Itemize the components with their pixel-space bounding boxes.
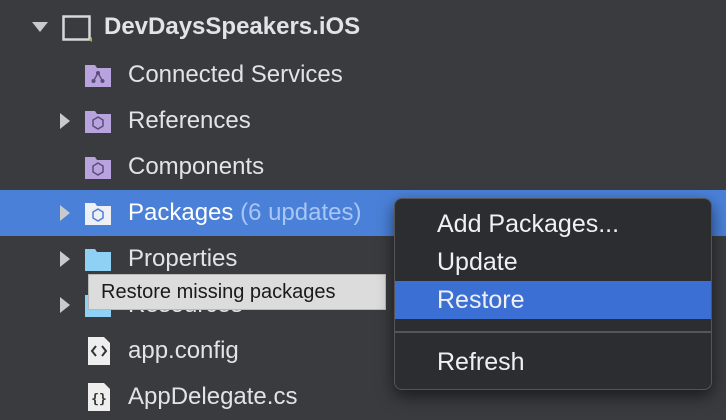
menu-item-update[interactable]: Update [395,243,711,281]
csharp-file-icon: {} [86,382,112,417]
tree-row-components[interactable]: Components [0,144,726,190]
tree-label-connected-services: Connected Services [128,61,343,88]
tree-label-appdelegate: AppDelegate.cs [128,383,298,410]
menu-separator [395,331,711,333]
svg-text:{}: {} [91,392,107,407]
project-icon [62,14,92,47]
collapsed-arrow-icon[interactable] [60,251,70,267]
tree-label-references: References [128,107,251,134]
references-icon [84,108,112,139]
collapsed-arrow-icon[interactable] [60,205,70,221]
menu-item-add-packages[interactable]: Add Packages... [395,205,711,243]
context-menu: Add Packages... Update Restore Refresh [394,198,712,390]
collapsed-arrow-icon[interactable] [60,297,70,313]
tree-row-connected-services[interactable]: Connected Services [0,52,726,98]
tree-row-references[interactable]: References [0,98,726,144]
config-file-icon [86,336,112,371]
menu-item-restore[interactable]: Restore [395,281,711,319]
tree-label-app-config: app.config [128,337,239,364]
tree-row-project[interactable]: DevDaysSpeakers.iOS [0,4,726,50]
packages-icon [84,200,112,231]
menu-item-refresh[interactable]: Refresh [395,343,711,381]
packages-label: Packages [128,199,234,226]
tree-label-components: Components [128,153,265,180]
expanded-arrow-icon[interactable] [32,22,48,32]
components-icon [84,154,112,185]
tooltip: Restore missing packages [88,274,386,310]
project-label: DevDaysSpeakers.iOS [104,13,361,40]
folder-icon [84,246,112,277]
collapsed-arrow-icon[interactable] [60,113,70,129]
connected-services-icon [84,62,112,93]
updates-count: (6 updates) [240,199,362,226]
tree-label-packages: Packages (6 updates) [128,190,361,236]
